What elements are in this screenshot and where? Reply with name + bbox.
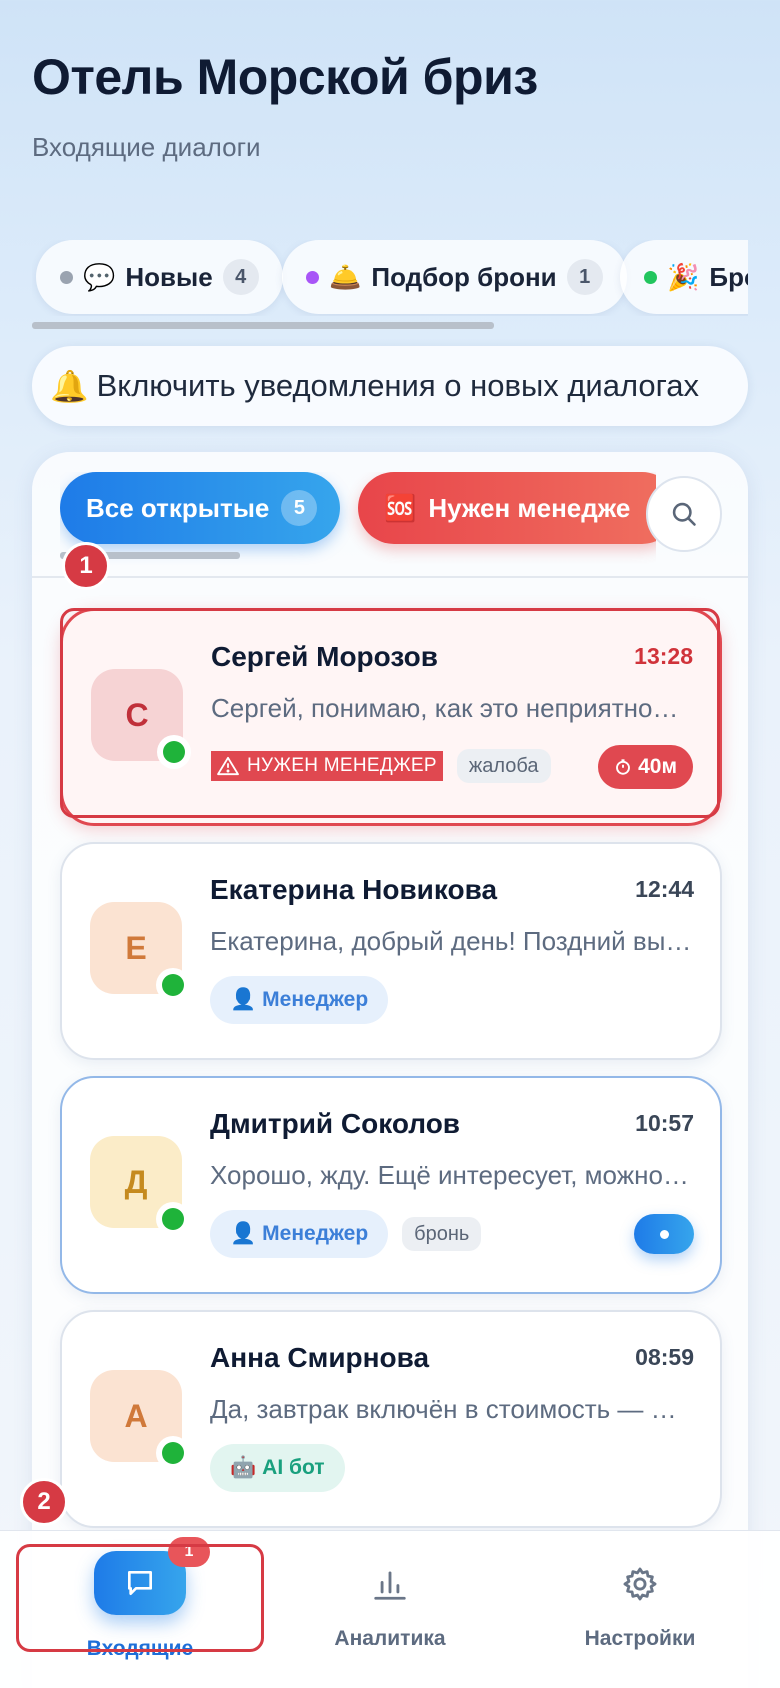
enable-notifications-label: Включить уведомления о новых диалогах xyxy=(96,368,700,403)
unread-indicator xyxy=(634,1214,694,1254)
enable-notifications-button[interactable]: 🔔 Включить уведомления о новых диалогах xyxy=(32,346,748,426)
role-label: Менеджер xyxy=(262,1222,369,1245)
message-time: 08:59 xyxy=(635,1344,694,1370)
contact-name: Анна Смирнова xyxy=(210,1342,430,1373)
message-preview: Хорошо, жду. Ещё интересует, можно… xyxy=(210,1160,689,1190)
nav-analytics-label: Аналитика xyxy=(334,1627,446,1650)
divider xyxy=(32,576,748,578)
role-label: Менеджер xyxy=(262,988,369,1011)
nav-settings[interactable]: Настройки xyxy=(510,1531,770,1688)
status-tab-label: Новые xyxy=(125,261,213,292)
status-tab-count: 1 xyxy=(566,259,603,295)
nav-settings-label: Настройки xyxy=(584,1627,696,1650)
message-preview: Екатерина, добрый день! Поздний выезд… xyxy=(210,926,698,956)
filter-label: Нужен менедже xyxy=(428,492,631,523)
user-icon: 👤 xyxy=(230,988,257,1011)
role-badge: 👤 Менеджер xyxy=(210,976,389,1024)
status-tab-label: Подбор брони xyxy=(371,261,557,292)
status-tab-new[interactable]: 💬 Новые 4 xyxy=(36,240,283,314)
message-preview: Да, завтрак включён в стоимость — … xyxy=(210,1394,677,1424)
search-button[interactable] xyxy=(646,476,722,552)
filter-bar[interactable]: Все открытые 5 🆘 Нужен менедже xyxy=(60,472,656,578)
status-dot xyxy=(306,270,319,284)
tag-row: 👤 Менеджер xyxy=(210,976,389,1024)
online-indicator xyxy=(156,968,190,1002)
status-tabs-scrollbar[interactable] xyxy=(32,322,494,329)
role-label: AI бот xyxy=(262,1456,325,1479)
status-tab-booking[interactable]: 🛎️ Подбор брони 1 xyxy=(282,240,627,314)
status-tab-booked[interactable]: 🎉 Бро xyxy=(620,240,748,314)
message-time: 10:57 xyxy=(635,1110,694,1136)
status-tab-count: 4 xyxy=(222,259,259,295)
party-emoji-icon: 🎉 xyxy=(667,261,700,292)
robot-icon: 🤖 xyxy=(230,1456,257,1479)
filter-all-open[interactable]: Все открытые 5 xyxy=(60,472,340,544)
filter-count: 5 xyxy=(281,490,318,526)
annotation-marker-2: 2 xyxy=(20,1478,68,1526)
topic-tag: бронь xyxy=(402,1217,482,1251)
annotation-highlight xyxy=(16,1544,264,1652)
status-tabs[interactable]: 💬 Новые 4 🛎️ Подбор брони 1 🎉 Бро xyxy=(32,240,748,316)
conversation-card[interactable]: Д Дмитрий Соколов 10:57 Хорошо, жду. Ещё… xyxy=(60,1076,722,1294)
bar-chart-icon xyxy=(374,1571,406,1600)
filter-label: Все открытые xyxy=(86,492,270,523)
tag-row: 🤖 AI бот xyxy=(210,1444,345,1492)
chat-emoji-icon: 💬 xyxy=(83,261,116,292)
tag-row: 👤 Менеджер бронь xyxy=(210,1210,482,1258)
user-icon: 👤 xyxy=(230,1222,257,1245)
status-dot xyxy=(644,270,657,284)
status-tab-label: Бро xyxy=(709,261,748,292)
contact-name: Дмитрий Соколов xyxy=(210,1108,461,1139)
status-dot xyxy=(60,270,73,284)
conversation-card[interactable]: Е Екатерина Новикова 12:44 Екатерина, до… xyxy=(60,842,722,1060)
bell-icon: 🔔 xyxy=(50,368,89,404)
nav-analytics[interactable]: Аналитика xyxy=(260,1531,520,1688)
conversation-card[interactable]: А Анна Смирнова 08:59 Да, завтрак включё… xyxy=(60,1310,722,1528)
filter-manager-needed[interactable]: 🆘 Нужен менедже xyxy=(358,472,656,544)
sos-icon: 🆘 xyxy=(384,492,417,523)
header: Отель Морской бриз Входящие диалоги xyxy=(32,48,538,163)
online-indicator xyxy=(156,1436,190,1470)
role-badge: 🤖 AI бот xyxy=(210,1444,345,1492)
bell-emoji-icon: 🛎️ xyxy=(329,261,362,292)
annotation-highlight xyxy=(60,608,720,818)
search-icon xyxy=(672,502,696,526)
nav-analytics-icon-wrap xyxy=(350,1551,430,1617)
message-time: 12:44 xyxy=(635,876,694,902)
contact-name: Екатерина Новикова xyxy=(210,874,498,905)
page-subtitle: Входящие диалоги xyxy=(32,132,261,162)
gear-icon xyxy=(623,1567,657,1601)
online-indicator xyxy=(156,1202,190,1236)
annotation-marker-1: 1 xyxy=(62,542,110,590)
nav-settings-icon-wrap xyxy=(600,1551,680,1617)
page-title: Отель Морской бриз xyxy=(32,49,538,105)
role-badge: 👤 Менеджер xyxy=(210,1210,389,1258)
